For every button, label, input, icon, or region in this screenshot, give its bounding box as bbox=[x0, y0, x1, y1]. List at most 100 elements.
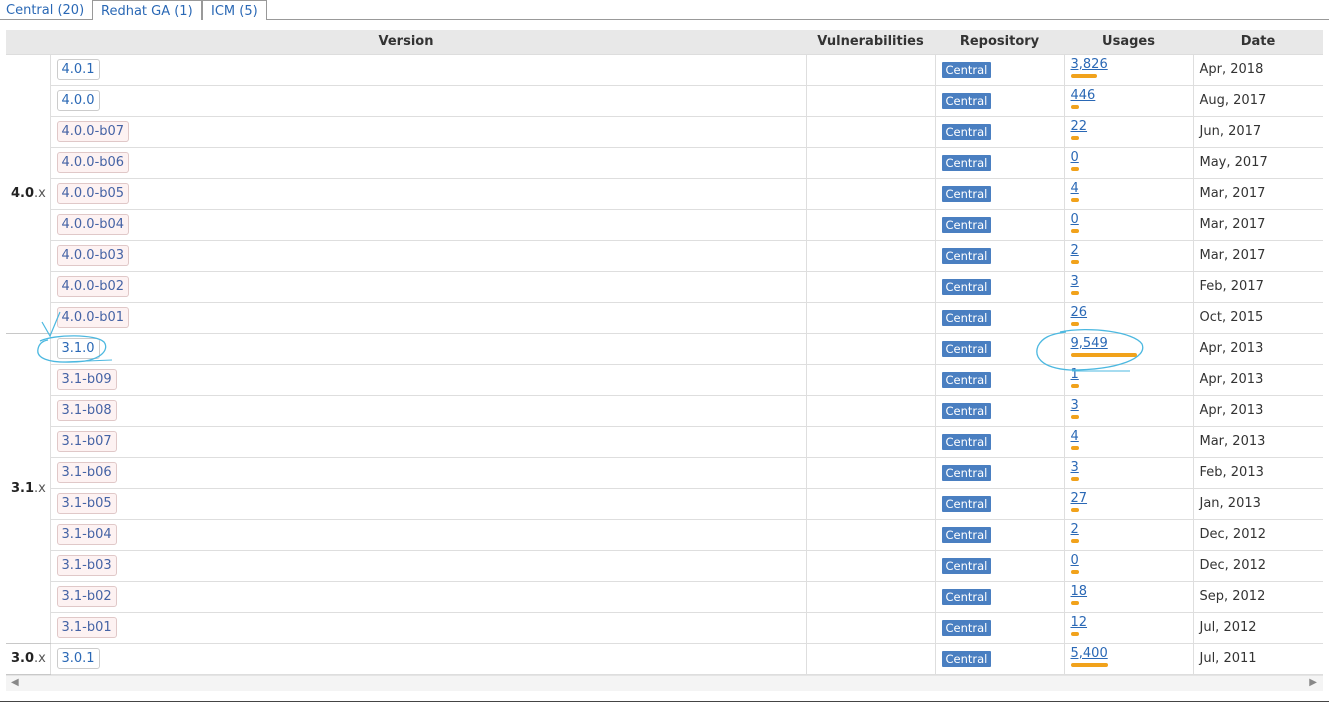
usage-bar bbox=[1070, 631, 1079, 636]
header-date[interactable]: Date bbox=[1193, 30, 1323, 55]
repository-badge[interactable]: Central bbox=[941, 92, 992, 109]
version-link[interactable]: 3.1-b02 bbox=[56, 586, 117, 607]
vulnerabilities-cell bbox=[806, 488, 936, 520]
usages-link[interactable]: 3,826 bbox=[1071, 57, 1193, 72]
repository-badge[interactable]: Central bbox=[941, 247, 992, 264]
repository-badge[interactable]: Central bbox=[941, 433, 992, 450]
table-row: 3.1-b01 Central 12 Jul, 2012 bbox=[6, 612, 1323, 644]
usages-link[interactable]: 3 bbox=[1071, 460, 1193, 475]
vulnerabilities-cell bbox=[806, 643, 936, 675]
usage-bar bbox=[1070, 197, 1079, 202]
usages-link[interactable]: 0 bbox=[1071, 212, 1193, 227]
horizontal-scrollbar[interactable]: ◀ ▶ bbox=[6, 675, 1323, 691]
vulnerabilities-cell bbox=[806, 612, 936, 644]
tab-central[interactable]: Central (20) bbox=[0, 0, 92, 20]
usages-cell: 3 bbox=[1064, 457, 1194, 489]
repository-cell: Central bbox=[935, 240, 1065, 272]
header-version[interactable]: Version bbox=[6, 30, 806, 55]
usages-link[interactable]: 2 bbox=[1071, 243, 1193, 258]
version-link[interactable]: 3.1-b07 bbox=[56, 431, 117, 452]
repository-badge[interactable]: Central bbox=[941, 526, 992, 543]
usages-link[interactable]: 26 bbox=[1071, 305, 1193, 320]
usage-bar bbox=[1070, 476, 1079, 481]
repository-badge[interactable]: Central bbox=[941, 61, 992, 78]
repository-badge[interactable]: Central bbox=[941, 185, 992, 202]
version-link[interactable]: 4.0.0-b02 bbox=[56, 276, 130, 297]
usages-link[interactable]: 3 bbox=[1071, 398, 1193, 413]
usages-link[interactable]: 3 bbox=[1071, 274, 1193, 289]
version-link[interactable]: 3.1-b05 bbox=[56, 493, 117, 514]
version-link[interactable]: 3.1-b09 bbox=[56, 369, 117, 390]
header-vulnerabilities[interactable]: Vulnerabilities bbox=[806, 30, 935, 55]
repository-badge[interactable]: Central bbox=[941, 557, 992, 574]
version-link[interactable]: 3.0.1 bbox=[56, 648, 100, 669]
version-cell: 3.1-b01 bbox=[50, 612, 807, 644]
usages-link[interactable]: 18 bbox=[1071, 584, 1193, 599]
usages-link[interactable]: 12 bbox=[1071, 615, 1193, 630]
repository-cell: Central bbox=[935, 488, 1065, 520]
usages-link[interactable]: 4 bbox=[1071, 429, 1193, 444]
release-date: Sep, 2012 bbox=[1193, 581, 1323, 613]
version-cell: 3.1.0 bbox=[50, 333, 807, 365]
repository-badge[interactable]: Central bbox=[941, 123, 992, 140]
table-row: 4.0.0 Central 446 Aug, 2017 bbox=[6, 85, 1323, 117]
release-date: Jul, 2012 bbox=[1193, 612, 1323, 644]
version-link[interactable]: 3.1-b06 bbox=[56, 462, 117, 483]
vulnerabilities-cell bbox=[806, 54, 936, 86]
usages-cell: 0 bbox=[1064, 147, 1194, 179]
usage-bar bbox=[1070, 259, 1079, 264]
header-usages[interactable]: Usages bbox=[1064, 30, 1193, 55]
usages-link[interactable]: 446 bbox=[1071, 88, 1193, 103]
tab-redhat-ga[interactable]: Redhat GA (1) bbox=[92, 0, 202, 20]
usages-link[interactable]: 4 bbox=[1071, 181, 1193, 196]
repository-badge[interactable]: Central bbox=[941, 464, 992, 481]
version-link[interactable]: 3.1.0 bbox=[56, 338, 100, 359]
table-row: 4.0.0-b03 Central 2 Mar, 2017 bbox=[6, 240, 1323, 272]
version-link[interactable]: 3.1-b08 bbox=[56, 400, 117, 421]
repository-badge[interactable]: Central bbox=[941, 588, 992, 605]
version-link[interactable]: 4.0.0 bbox=[56, 90, 100, 111]
version-link[interactable]: 4.0.0-b01 bbox=[56, 307, 130, 328]
repository-badge[interactable]: Central bbox=[941, 402, 992, 419]
version-link[interactable]: 4.0.0-b03 bbox=[56, 245, 130, 266]
repository-badge[interactable]: Central bbox=[941, 154, 992, 171]
repository-badge[interactable]: Central bbox=[941, 650, 992, 667]
repository-badge[interactable]: Central bbox=[941, 309, 992, 326]
repository-badge[interactable]: Central bbox=[941, 278, 992, 295]
usages-link[interactable]: 0 bbox=[1071, 150, 1193, 165]
version-link[interactable]: 4.0.0-b07 bbox=[56, 121, 130, 142]
usages-link[interactable]: 9,549 bbox=[1071, 336, 1193, 351]
usages-cell: 1 bbox=[1064, 364, 1194, 396]
repository-cell: Central bbox=[935, 426, 1065, 458]
usages-link[interactable]: 2 bbox=[1071, 522, 1193, 537]
version-link[interactable]: 3.1-b03 bbox=[56, 555, 117, 576]
release-date: Feb, 2013 bbox=[1193, 457, 1323, 489]
version-cell: 4.0.0-b07 bbox=[50, 116, 807, 148]
version-link[interactable]: 3.1-b01 bbox=[56, 617, 117, 638]
vulnerabilities-cell bbox=[806, 116, 936, 148]
release-date: May, 2017 bbox=[1193, 147, 1323, 179]
scroll-left-icon[interactable]: ◀ bbox=[11, 677, 19, 688]
version-link[interactable]: 4.0.0-b04 bbox=[56, 214, 130, 235]
repository-badge[interactable]: Central bbox=[941, 495, 992, 512]
repository-badge[interactable]: Central bbox=[941, 371, 992, 388]
usages-link[interactable]: 27 bbox=[1071, 491, 1193, 506]
usages-link[interactable]: 5,400 bbox=[1071, 646, 1193, 661]
version-link[interactable]: 4.0.0-b06 bbox=[56, 152, 130, 173]
usages-link[interactable]: 0 bbox=[1071, 553, 1193, 568]
repository-badge[interactable]: Central bbox=[941, 216, 992, 233]
release-date: Jul, 2011 bbox=[1193, 643, 1323, 675]
usages-cell: 4 bbox=[1064, 426, 1194, 458]
usages-link[interactable]: 22 bbox=[1071, 119, 1193, 134]
version-link[interactable]: 4.0.1 bbox=[56, 59, 100, 80]
usages-link[interactable]: 1 bbox=[1071, 367, 1193, 382]
repository-badge[interactable]: Central bbox=[941, 619, 992, 636]
usages-cell: 2 bbox=[1064, 519, 1194, 551]
usages-cell: 18 bbox=[1064, 581, 1194, 613]
version-link[interactable]: 3.1-b04 bbox=[56, 524, 117, 545]
repository-badge[interactable]: Central bbox=[941, 340, 992, 357]
tab-icm[interactable]: ICM (5) bbox=[202, 0, 267, 20]
header-repository[interactable]: Repository bbox=[935, 30, 1064, 55]
version-link[interactable]: 4.0.0-b05 bbox=[56, 183, 130, 204]
scroll-right-icon[interactable]: ▶ bbox=[1309, 677, 1317, 688]
